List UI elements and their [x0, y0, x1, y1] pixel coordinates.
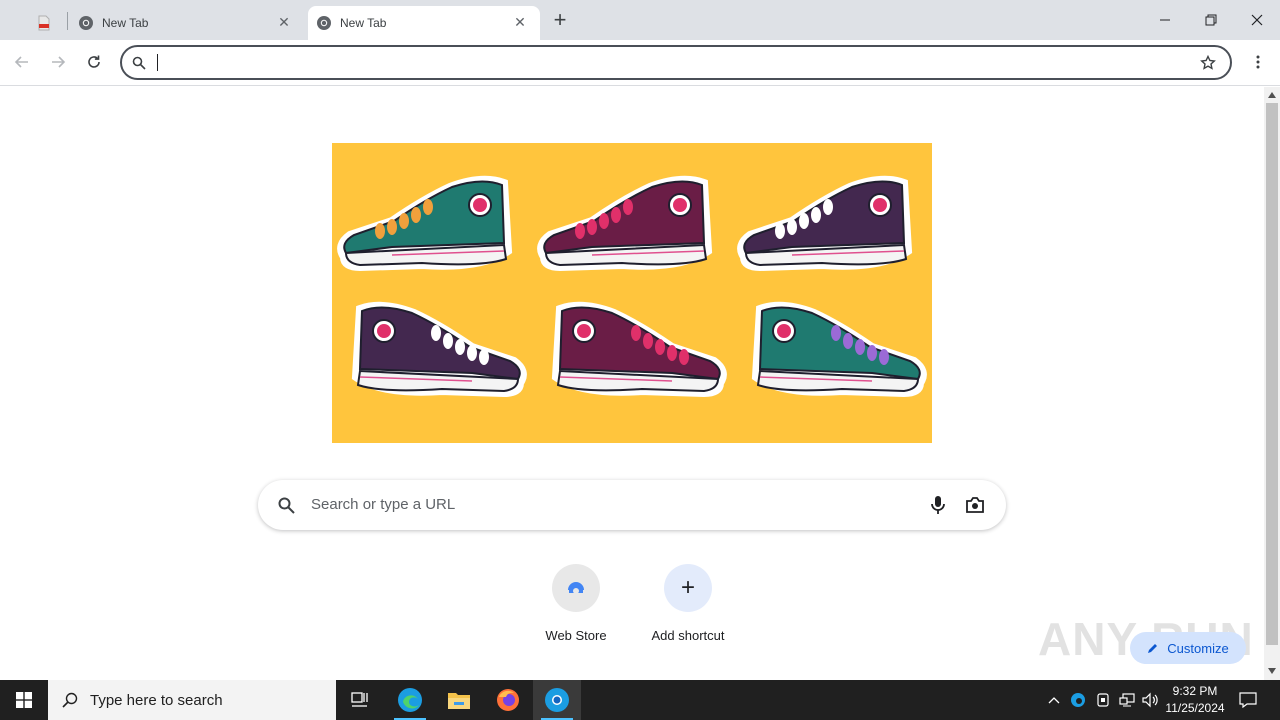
tray-device[interactable]: [1093, 680, 1113, 720]
shortcut-label: Web Store: [545, 628, 607, 643]
tab-separator: [67, 12, 68, 30]
restore-icon: [1205, 14, 1217, 26]
tab-new-tab-active[interactable]: New Tab ✕: [308, 6, 540, 40]
web-store-tile: [552, 564, 600, 612]
search-icon: [62, 692, 78, 708]
customize-button[interactable]: Customize: [1130, 632, 1246, 664]
device-icon: [1097, 693, 1109, 707]
windows-logo-icon: [16, 692, 32, 708]
search-icon: [278, 497, 295, 514]
taskbar-clock[interactable]: 9:32 PM 11/25/2024: [1160, 683, 1230, 717]
tab-strip: New Tab ✕ New Tab ✕ +: [0, 0, 1280, 40]
shortcut-label: Add shortcut: [651, 628, 725, 643]
minimize-button[interactable]: [1142, 0, 1188, 40]
taskbar-search-placeholder: Type here to search: [90, 691, 223, 709]
microphone-icon[interactable]: [931, 496, 945, 514]
windows-taskbar: Type here to search 9:32 PM 11/25/2024: [0, 680, 1280, 720]
shortcut-add[interactable]: + Add shortcut: [632, 564, 744, 643]
search-icon: [132, 56, 146, 70]
close-tab-icon[interactable]: ✕: [512, 14, 528, 30]
minimize-icon: [1160, 19, 1170, 21]
tray-volume[interactable]: [1141, 680, 1161, 720]
tab-new-tab-1[interactable]: New Tab ✕: [70, 6, 304, 40]
show-hidden-icons-button[interactable]: [1044, 680, 1064, 720]
shortcut-web-store[interactable]: Web Store: [520, 564, 632, 643]
tab-pdf[interactable]: [8, 6, 66, 40]
chrome-icon: [317, 16, 331, 30]
chrome-icon: [79, 16, 93, 30]
clock-date: 11/25/2024: [1165, 701, 1225, 715]
scrollbar-thumb[interactable]: [1266, 103, 1278, 645]
taskbar-edge[interactable]: [386, 680, 434, 720]
pencil-icon: [1148, 644, 1158, 653]
volume-icon: [1142, 692, 1158, 708]
sneakers-illustration: [332, 143, 932, 443]
web-store-icon: [568, 582, 584, 594]
new-tab-button[interactable]: +: [548, 9, 572, 33]
taskbar-search-box[interactable]: Type here to search: [48, 680, 336, 720]
customize-label: Customize: [1167, 640, 1229, 656]
clock-time: 9:32 PM: [1172, 684, 1218, 698]
tab-title: New Tab: [102, 16, 149, 30]
folder-icon: [448, 693, 470, 709]
task-view-button[interactable]: [336, 680, 384, 720]
arrow-left-icon: [14, 56, 28, 68]
menu-button[interactable]: [1244, 48, 1272, 76]
network-icon: [1119, 693, 1135, 707]
start-button[interactable]: [0, 680, 48, 720]
text-cursor: [157, 54, 158, 71]
taskbar-chrome-active[interactable]: [533, 680, 581, 720]
restore-button[interactable]: [1188, 0, 1234, 40]
tray-edge[interactable]: [1068, 680, 1088, 720]
tray-network[interactable]: [1117, 680, 1137, 720]
taskbar-firefox[interactable]: [484, 680, 532, 720]
new-tab-page: Search or type a URL Web Store + Add sho…: [0, 87, 1264, 680]
notification-center-button[interactable]: [1236, 680, 1260, 720]
task-view-icon: [351, 692, 368, 707]
vertical-scrollbar[interactable]: [1264, 87, 1280, 680]
chevron-up-icon: [1048, 697, 1060, 704]
star-icon[interactable]: [1200, 55, 1216, 71]
more-vert-icon: [1256, 55, 1260, 69]
back-button[interactable]: [8, 48, 36, 76]
tab-title: New Tab: [340, 16, 387, 30]
notification-icon: [1239, 692, 1257, 708]
ntp-search-box[interactable]: Search or type a URL: [258, 480, 1006, 530]
close-icon: [1251, 14, 1263, 26]
firefox-icon: [497, 689, 519, 711]
arrow-right-icon: [52, 56, 66, 68]
scroll-down-arrow-icon[interactable]: [1268, 668, 1276, 674]
close-tab-icon[interactable]: ✕: [276, 14, 292, 30]
reload-button[interactable]: [80, 48, 108, 76]
close-window-button[interactable]: [1234, 0, 1280, 40]
plus-icon: +: [664, 564, 712, 612]
edge-icon: [398, 688, 422, 712]
scroll-up-arrow-icon[interactable]: [1268, 92, 1276, 98]
edge-tray-icon: [1071, 693, 1085, 707]
doodle-image[interactable]: [332, 143, 932, 443]
address-bar[interactable]: [120, 45, 1232, 80]
search-placeholder: Search or type a URL: [311, 496, 456, 513]
pdf-icon: [38, 15, 50, 31]
chrome-app-icon: [545, 688, 569, 712]
taskbar-file-explorer[interactable]: [435, 680, 483, 720]
camera-icon[interactable]: [965, 497, 985, 513]
browser-toolbar: [0, 40, 1280, 86]
forward-button[interactable]: [44, 48, 72, 76]
reload-icon: [88, 55, 100, 68]
